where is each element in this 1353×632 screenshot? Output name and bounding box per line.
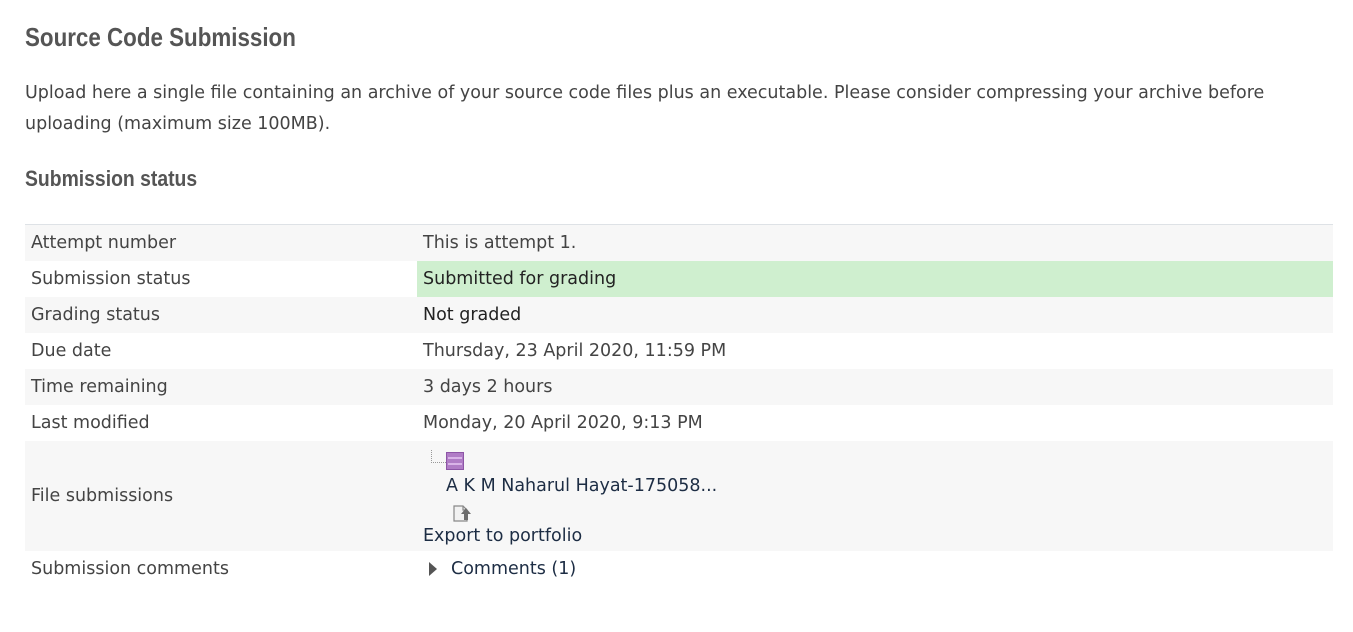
last-modified-label: Last modified	[25, 405, 417, 441]
due-date-label: Due date	[25, 333, 417, 369]
table-row-grading-status: Grading status Not graded	[25, 297, 1333, 333]
archive-icon[interactable]	[446, 452, 464, 470]
section-title-submission-status: Submission status	[25, 166, 198, 191]
intro-text: Upload here a single file containing an …	[25, 83, 1265, 134]
table-row-submission-status: Submission status Submitted for grading	[25, 261, 1333, 297]
time-remaining-value: 3 days 2 hours	[417, 369, 1333, 405]
tree-connector	[431, 450, 446, 463]
comments-link[interactable]: Comments (1)	[451, 559, 576, 579]
caret-right-icon[interactable]	[429, 562, 437, 576]
table-row-last-modified: Last modified Monday, 20 April 2020, 9:1…	[25, 405, 1333, 441]
file-submissions-value: A K M Naharul Hayat-175058... Export to …	[417, 441, 1333, 551]
comments-toggle[interactable]: Comments (1)	[423, 559, 1327, 579]
table-row-due-date: Due date Thursday, 23 April 2020, 11:59 …	[25, 333, 1333, 369]
portfolio-export-icon[interactable]	[451, 502, 471, 522]
table-row-submission-comments: Submission comments Comments (1)	[25, 551, 1333, 587]
page-title: Source Code Submission	[25, 22, 296, 52]
table-row-time-remaining: Time remaining 3 days 2 hours	[25, 369, 1333, 405]
due-date-value: Thursday, 23 April 2020, 11:59 PM	[417, 333, 1333, 369]
export-to-portfolio-link[interactable]: Export to portfolio	[423, 526, 582, 546]
submitted-file-link[interactable]: A K M Naharul Hayat-175058...	[446, 476, 717, 496]
submission-status-table: Attempt number This is attempt 1. Submis…	[25, 224, 1333, 587]
table-row-file-submissions: File submissions A K M Naharul Hayat-175…	[25, 441, 1333, 551]
table-row-attempt: Attempt number This is attempt 1.	[25, 224, 1333, 261]
attempt-label: Attempt number	[25, 224, 417, 261]
time-remaining-label: Time remaining	[25, 369, 417, 405]
submission-comments-value: Comments (1)	[417, 551, 1333, 587]
last-modified-value: Monday, 20 April 2020, 9:13 PM	[417, 405, 1333, 441]
attempt-value: This is attempt 1.	[417, 224, 1333, 261]
submission-comments-label: Submission comments	[25, 551, 417, 587]
grading-status-label: Grading status	[25, 297, 417, 333]
file-tree: A K M Naharul Hayat-175058... Export to …	[423, 444, 1327, 548]
submission-status-value: Submitted for grading	[417, 261, 1333, 297]
submission-status-label: Submission status	[25, 261, 417, 297]
file-submissions-label: File submissions	[25, 441, 417, 551]
grading-status-value: Not graded	[417, 297, 1333, 333]
